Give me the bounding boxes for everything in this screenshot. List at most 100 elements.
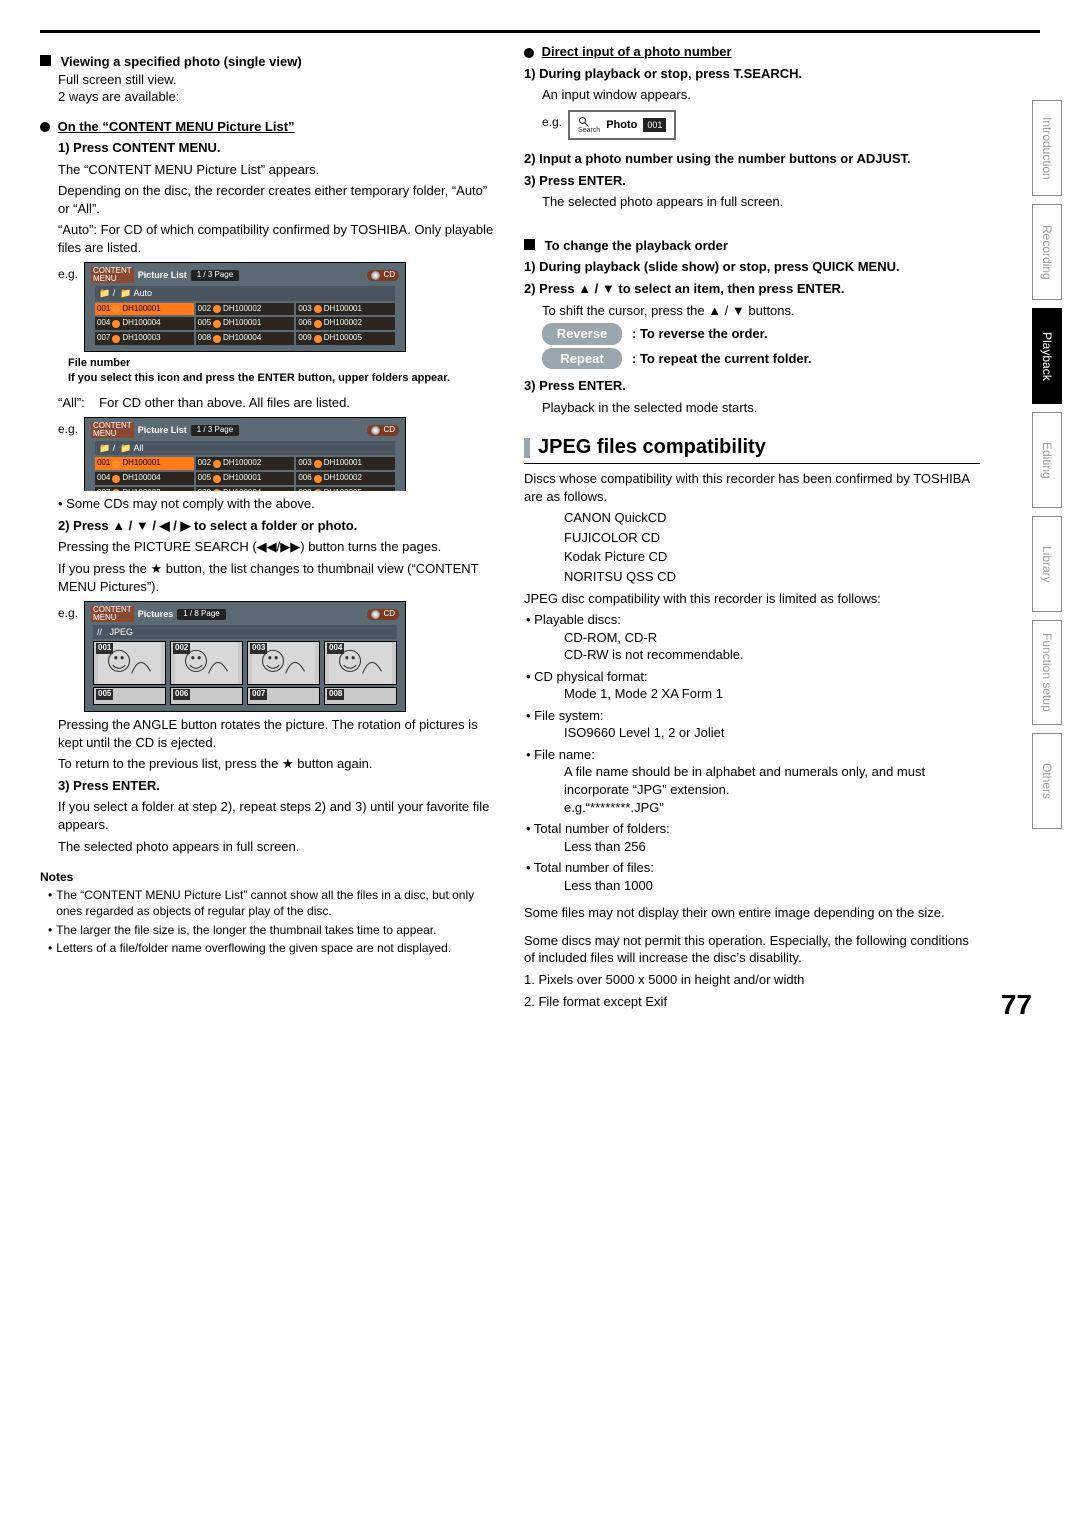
thumbnail-cell: 001 xyxy=(93,641,166,685)
section-title: To change the playback order xyxy=(545,238,728,253)
tab-recording[interactable]: Recording xyxy=(1032,204,1062,300)
tab-editing[interactable]: Editing xyxy=(1032,412,1062,508)
stepc3-line1: Playback in the selected mode starts. xyxy=(542,399,980,417)
file-cell: 006DH100002 xyxy=(296,317,395,330)
file-cell: 001DH100001 xyxy=(95,303,194,316)
thumbs-page-indicator: 1 / 8 Page xyxy=(177,609,226,620)
file-cell: 001DH100001 xyxy=(95,457,194,470)
auto-label: “Auto”: xyxy=(58,222,97,237)
thumbs-jpeg-row: // JPEG xyxy=(93,625,397,639)
compat-item-title: • File name: xyxy=(526,746,980,764)
stepb2-title: 2) Input a photo number using the number… xyxy=(524,150,980,168)
thumbs-title: Pictures xyxy=(138,608,174,620)
compat-item-title: • Total number of folders: xyxy=(526,820,980,838)
compat-item-sub: Mode 1, Mode 2 XA Form 1 xyxy=(564,685,980,703)
eg-label: e.g. xyxy=(58,421,78,437)
step2-line1: Pressing the PICTURE SEARCH (◀◀/▶▶) butt… xyxy=(58,538,496,556)
cd-indicator: CD xyxy=(367,270,399,281)
all-label: “All”: xyxy=(58,395,85,410)
bullet-cds-note: • Some CDs may not comply with the above… xyxy=(58,495,496,513)
compat-item-sub: e.g.“********.JPG” xyxy=(564,799,980,817)
file-cell: 007DH100003 xyxy=(95,332,194,345)
eg-label: e.g. xyxy=(542,114,562,130)
stepb1-title: 1) During playback or stop, press T.SEAR… xyxy=(524,65,980,83)
section-title: Viewing a specified photo (single view) xyxy=(61,54,302,69)
cd-indicator: CD xyxy=(367,425,399,436)
file-cell: 005DH100001 xyxy=(196,317,295,330)
tab-function-setup[interactable]: Function setup xyxy=(1032,620,1062,725)
stepc3-title: 3) Press ENTER. xyxy=(524,377,980,395)
thumbnail-cell: 004 xyxy=(324,641,397,685)
right-column: Direct input of a photo number 1) During… xyxy=(524,43,1040,1014)
jpeg-disc-list: CANON QuickCDFUJICOLOR CDKodak Picture C… xyxy=(564,509,980,585)
heading-bar-icon xyxy=(524,438,530,458)
compat-item-sub: CD-ROM, CD-R xyxy=(564,629,980,647)
square-bullet-icon xyxy=(40,55,51,66)
thumbnail-cell: 003 xyxy=(247,641,320,685)
compat-item-sub: ISO9660 Level 1, 2 or Joliet xyxy=(564,724,980,742)
step2-line2: If you press the ★ button, the list chan… xyxy=(58,560,496,595)
thumbnail-cell: 005 xyxy=(93,687,166,705)
jpeg-li1: 1. Pixels over 5000 x 5000 in height and… xyxy=(524,971,980,989)
jpeg-p1: Discs whose compatibility with this reco… xyxy=(524,470,980,505)
cd-icon xyxy=(371,271,380,280)
step2-line3: Pressing the ANGLE button rotates the pi… xyxy=(58,716,496,751)
compat-item-sub: Less than 256 xyxy=(564,838,980,856)
step1-all: “All”: For CD other than above. All file… xyxy=(58,394,496,412)
auto-text: For CD of which compatibility confirmed … xyxy=(58,222,493,255)
two-column-layout: Viewing a specified photo (single view) … xyxy=(40,43,1040,1014)
list-item: Kodak Picture CD xyxy=(564,548,980,566)
thumbnail-cell: 008 xyxy=(324,687,397,705)
subhead-on-content-menu: On the “CONTENT MENU Picture List” xyxy=(40,118,496,136)
thumb-row: 001002003004 xyxy=(93,641,397,685)
eg-wrapper-photo: e.g. Search Photo 001 xyxy=(542,110,980,141)
eg-label: e.g. xyxy=(58,266,78,282)
note-3: •Letters of a file/folder name overflowi… xyxy=(48,940,496,956)
ss-page-indicator: 1 / 3 Page xyxy=(191,270,240,281)
step1-line1: The “CONTENT MENU Picture List” appears. xyxy=(58,161,496,179)
eg-wrapper-auto: e.g. CONTENTMENU Picture List 1 / 3 Page… xyxy=(58,262,496,352)
section-viewing-photo: Viewing a specified photo (single view) xyxy=(40,53,496,71)
ss-caption: If you select this icon and press the EN… xyxy=(68,371,496,386)
file-cell: 005DH100001 xyxy=(196,472,295,485)
file-cell: 009DH100005 xyxy=(296,487,395,491)
round-bullet-icon xyxy=(524,48,534,58)
content-menu-badge: CONTENTMENU xyxy=(91,422,134,438)
notes-heading: Notes xyxy=(40,869,496,885)
thumb-row: 005006007008 xyxy=(93,687,397,705)
file-cell: 008DH100004 xyxy=(196,332,295,345)
compat-list: • Playable discs:CD-ROM, CD-RCD-RW is no… xyxy=(524,611,980,894)
tab-introduction[interactable]: Introduction xyxy=(1032,100,1062,196)
compat-item-title: • Total number of files: xyxy=(526,859,980,877)
pill-reverse: Reverse xyxy=(542,323,622,345)
ss-title: Picture List xyxy=(138,424,187,436)
all-text: For CD other than above. All files are l… xyxy=(99,395,350,410)
section-sub2: 2 ways are available: xyxy=(58,88,496,106)
jpeg-p3: Some files may not display their own ent… xyxy=(524,904,980,922)
cd-icon xyxy=(371,610,380,619)
step1-line2: Depending on the disc, the recorder crea… xyxy=(58,182,496,217)
subhead-direct-input: Direct input of a photo number xyxy=(524,43,980,61)
jpeg-p2: JPEG disc compatibility with this record… xyxy=(524,590,980,608)
subhead-text: On the “CONTENT MENU Picture List” xyxy=(58,119,295,134)
file-number-label: File number xyxy=(68,356,496,371)
step2-title: 2) Press ▲ / ▼ / ◀ / ▶ to select a folde… xyxy=(58,517,496,535)
eg-wrapper-all: e.g. CONTENTMENU Picture List 1 / 3 Page… xyxy=(58,417,496,491)
compat-item-sub: A file name should be in alphabet and nu… xyxy=(564,763,980,798)
jpeg-compat-heading: JPEG files compatibility xyxy=(524,434,980,461)
pill-repeat: Repeat xyxy=(542,348,622,370)
step3-title: 3) Press ENTER. xyxy=(58,777,496,795)
tab-others[interactable]: Others xyxy=(1032,733,1062,829)
file-grid-all: 001DH100001002DH100002003DH100001004DH10… xyxy=(95,457,395,491)
step3-line2: The selected photo appears in full scree… xyxy=(58,838,496,856)
compat-item-title: • Playable discs: xyxy=(526,611,980,629)
content-menu-picture-list-auto: CONTENTMENU Picture List 1 / 3 Page CD 📁… xyxy=(84,262,406,352)
compat-item-title: • CD physical format: xyxy=(526,668,980,686)
compat-item-title: • File system: xyxy=(526,707,980,725)
pill-repeat-text: : To repeat the current folder. xyxy=(632,350,812,368)
list-item: CANON QuickCD xyxy=(564,509,980,527)
tab-playback[interactable]: Playback xyxy=(1032,308,1062,404)
thumbnail-cell: 002 xyxy=(170,641,243,685)
step3-line1: If you select a folder at step 2), repea… xyxy=(58,798,496,833)
tab-library[interactable]: Library xyxy=(1032,516,1062,612)
